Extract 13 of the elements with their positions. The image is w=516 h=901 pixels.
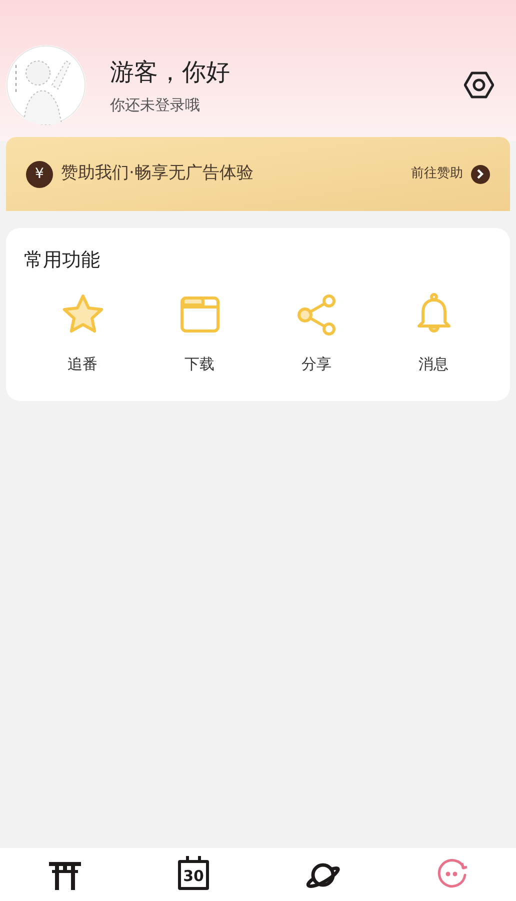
section-title: 常用功能 bbox=[24, 248, 101, 273]
function-item[interactable]: 分享 bbox=[258, 290, 375, 375]
sponsor-text: 赞助我们·畅享无广告体验 bbox=[61, 162, 254, 186]
greeting-text: 游客，你好 bbox=[110, 56, 230, 88]
chevron-right-icon bbox=[471, 164, 490, 184]
function-item[interactable]: 追番 bbox=[24, 290, 141, 375]
login-status-text: 你还未登录哦 bbox=[110, 94, 201, 116]
sponsor-link[interactable]: 前往赞助 bbox=[411, 164, 463, 184]
sponsor-banner[interactable]: ¥ 赞助我们·畅享无广告体验 前往赞助 bbox=[6, 137, 510, 211]
yuan-icon: ¥ bbox=[26, 160, 53, 188]
function-item[interactable]: 下载 bbox=[141, 290, 258, 375]
settings-icon[interactable] bbox=[464, 70, 494, 100]
function-item[interactable]: 消息 bbox=[375, 290, 492, 375]
